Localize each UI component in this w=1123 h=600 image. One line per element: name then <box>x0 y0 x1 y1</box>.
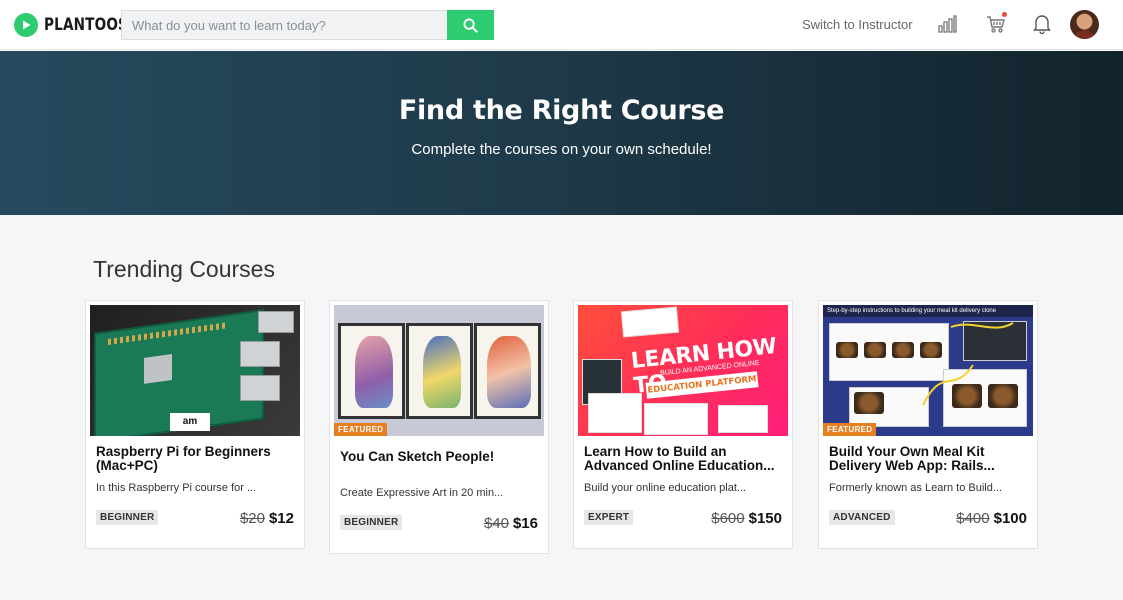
course-title[interactable]: Raspberry Pi for Beginners (Mac+PC) <box>96 445 296 473</box>
section-title: Trending Courses <box>93 256 275 282</box>
original-price: $40 <box>483 515 509 532</box>
search-icon <box>463 17 478 33</box>
course-price: $20 $12 <box>240 510 294 527</box>
course-thumbnail[interactable]: Step-by-step instructions to building yo… <box>823 305 1033 436</box>
avatar[interactable] <box>1070 10 1099 39</box>
course-price: $600 $150 <box>711 510 782 527</box>
course-thumbnail[interactable]: FEATURED <box>334 305 544 436</box>
switch-to-instructor-link[interactable]: Switch to Instructor <box>802 17 913 32</box>
course-title[interactable]: You Can Sketch People! <box>340 450 540 464</box>
course-description: Build your online education plat... <box>584 482 747 494</box>
sale-price: $100 <box>993 510 1027 527</box>
logo-play-icon <box>14 13 38 37</box>
course-description: Formerly known as Learn to Build... <box>829 482 1003 494</box>
hero-title: Find the Right Course <box>398 95 725 126</box>
hero-banner: Find the Right Course Complete the cours… <box>0 51 1123 215</box>
sale-price: $12 <box>268 510 294 527</box>
bar-chart-icon[interactable] <box>935 12 959 36</box>
level-badge: BEGINNER <box>96 510 159 525</box>
course-title[interactable]: Build Your Own Meal Kit Delivery Web App… <box>829 445 1029 473</box>
search-button[interactable] <box>447 10 494 40</box>
course-card[interactable]: FEATURED You Can Sketch People! Create E… <box>329 300 549 554</box>
featured-badge: FEATURED <box>823 423 877 436</box>
course-description: Create Expressive Art in 20 min... <box>340 487 504 499</box>
bell-icon[interactable] <box>1030 12 1054 36</box>
course-thumbnail[interactable]: am <box>90 305 300 436</box>
cart-icon[interactable] <box>984 12 1008 36</box>
sale-price: $150 <box>748 510 782 527</box>
course-card[interactable]: LEARN HOW TO BUILD AN ADVANCED ONLINE ED… <box>573 300 793 549</box>
course-title[interactable]: Learn How to Build an Advanced Online Ed… <box>584 445 784 473</box>
sale-price: $16 <box>512 515 538 532</box>
course-price: $40 $16 <box>484 515 538 532</box>
course-price: $400 $100 <box>956 510 1027 527</box>
level-badge: BEGINNER <box>340 515 403 530</box>
original-price: $20 <box>239 510 265 527</box>
original-price: $400 <box>956 510 990 527</box>
hero-subtitle: Complete the courses on your own schedul… <box>411 141 712 158</box>
course-card[interactable]: am Raspberry Pi for Beginners (Mac+PC) I… <box>85 300 305 549</box>
search-input[interactable] <box>121 10 447 40</box>
top-navbar: PLANTOOST Switch to Instructor <box>0 0 1123 50</box>
search-bar <box>121 10 494 40</box>
course-card[interactable]: Step-by-step instructions to building yo… <box>818 300 1038 549</box>
cart-notification-dot <box>1002 12 1007 17</box>
featured-badge: FEATURED <box>334 423 388 436</box>
course-description: In this Raspberry Pi course for ... <box>96 482 257 494</box>
original-price: $600 <box>711 510 745 527</box>
level-badge: ADVANCED <box>829 510 895 525</box>
course-thumbnail[interactable]: LEARN HOW TO BUILD AN ADVANCED ONLINE ED… <box>578 305 788 436</box>
level-badge: EXPERT <box>584 510 634 525</box>
